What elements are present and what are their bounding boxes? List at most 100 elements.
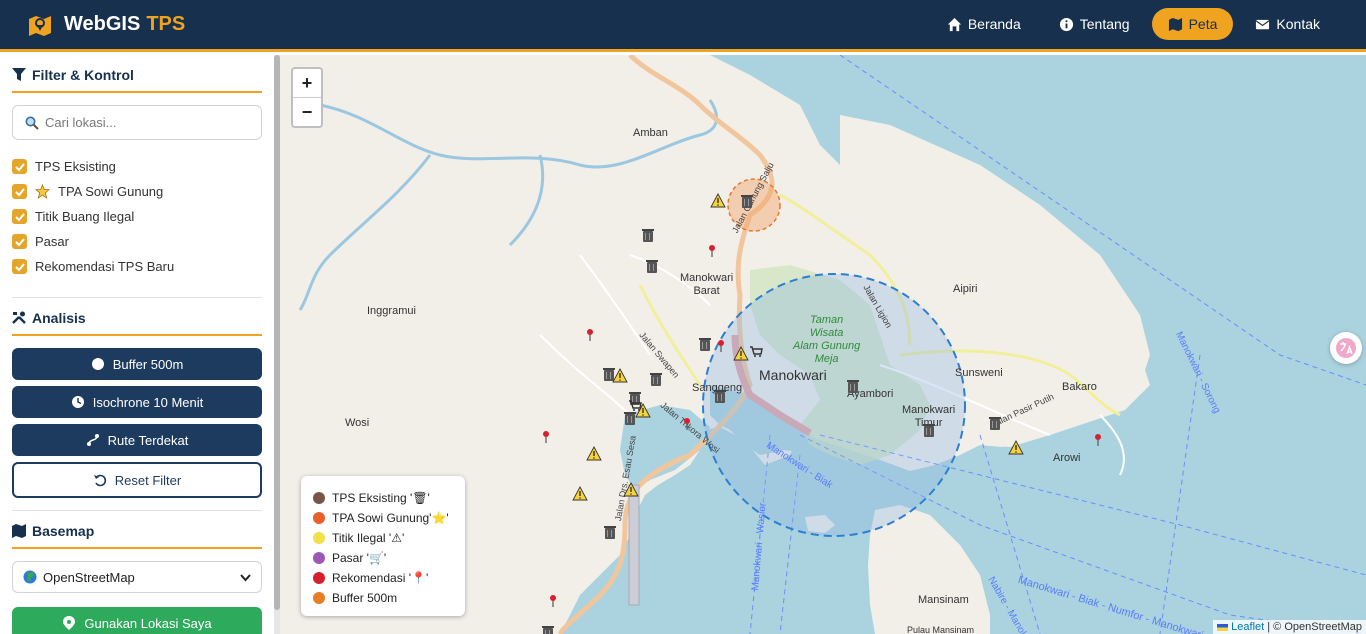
layer-pasar[interactable]: Pasar	[12, 229, 262, 254]
checkbox-titik-ilegal[interactable]	[12, 209, 27, 224]
legend-label: Titik Ilegal '⚠'	[332, 531, 405, 545]
legend-label: Pasar '🛒'	[332, 551, 387, 565]
recommendation-marker[interactable]	[587, 329, 593, 341]
legend-dot	[313, 492, 325, 504]
reset-filter-button[interactable]: Reset Filter	[12, 462, 262, 498]
legend-item: TPA Sowi Gunung'⭐'	[313, 508, 453, 528]
undo-icon	[93, 474, 106, 487]
filter-section-title: Filter & Kontrol	[12, 67, 262, 93]
tps-marker[interactable]	[650, 373, 662, 386]
tps-marker[interactable]	[923, 424, 935, 437]
illegal-marker[interactable]	[612, 368, 628, 383]
map-marker-logo-icon	[29, 15, 51, 36]
layer-label: TPA Sowi Gunung	[58, 184, 164, 199]
layer-titik-ilegal[interactable]: Titik Buang Ilegal	[12, 204, 262, 229]
illegal-marker[interactable]	[635, 403, 651, 418]
illegal-marker[interactable]	[572, 486, 588, 501]
illegal-marker[interactable]	[1008, 440, 1024, 455]
zoom-in-button[interactable]: +	[293, 69, 321, 98]
clock-icon	[71, 396, 84, 408]
layer-tpa-sowi[interactable]: TPA Sowi Gunung	[12, 179, 262, 204]
zoom-out-button[interactable]: −	[293, 98, 321, 127]
filter-icon	[12, 68, 26, 81]
envelope-icon	[1256, 19, 1270, 29]
nav-tentang-label: Tentang	[1079, 16, 1130, 32]
legend-item: TPS Eksisting '🗑'	[313, 488, 453, 508]
circle-icon	[91, 358, 104, 370]
legend-dot	[313, 552, 325, 564]
brand[interactable]: WebGIS TPS	[28, 13, 185, 36]
recommendation-marker[interactable]	[1095, 434, 1101, 446]
checkbox-pasar[interactable]	[12, 234, 27, 249]
checkbox-tpa-sowi[interactable]	[12, 184, 27, 199]
sidebar: Filter & Kontrol TPS Eksisting TPA Sowi …	[0, 55, 274, 634]
recommendation-marker[interactable]	[550, 595, 556, 607]
recommendation-marker[interactable]	[709, 245, 715, 257]
tps-marker[interactable]	[642, 229, 654, 242]
map-attribution: Leaflet | © OpenStreetMap	[1213, 620, 1366, 634]
nav-menu: Beranda Tentang Peta Kontak	[931, 8, 1336, 40]
map-legend: TPS Eksisting '🗑' TPA Sowi Gunung'⭐' Tit…	[301, 476, 465, 616]
layer-rekomendasi[interactable]: Rekomendasi TPS Baru	[12, 254, 262, 279]
basemap-title: Basemap	[32, 523, 95, 539]
market-marker[interactable]	[628, 400, 642, 412]
divider	[12, 297, 262, 298]
leaflet-link[interactable]: Leaflet	[1231, 621, 1264, 633]
nav-peta[interactable]: Peta	[1151, 8, 1234, 40]
map-canvas[interactable]: Amban Manokwari Barat Inggramui Wosi San…	[280, 55, 1366, 634]
route-icon	[86, 434, 99, 446]
market-marker[interactable]	[749, 346, 763, 358]
reset-button-label: Reset Filter	[114, 472, 182, 488]
translate-fab-button[interactable]	[1330, 332, 1362, 364]
isochrone-button[interactable]: Isochrone 10 Menit	[12, 386, 262, 418]
checkbox-tps-eksisting[interactable]	[12, 159, 27, 174]
checkbox-rekomendasi[interactable]	[12, 259, 27, 274]
tps-marker[interactable]	[624, 412, 636, 425]
illegal-marker[interactable]	[623, 482, 639, 497]
tps-marker[interactable]	[646, 260, 658, 273]
osm-attribution: | © OpenStreetMap	[1267, 621, 1362, 633]
nav-peta-label: Peta	[1188, 16, 1218, 32]
tps-marker[interactable]	[741, 195, 753, 208]
zoom-control: + −	[291, 67, 323, 128]
nav-kontak[interactable]: Kontak	[1239, 8, 1336, 40]
use-my-location-button[interactable]: Gunakan Lokasi Saya	[12, 607, 262, 634]
layer-label: TPS Eksisting	[35, 159, 116, 174]
search-input[interactable]	[45, 115, 245, 130]
illegal-marker[interactable]	[586, 446, 602, 461]
tps-marker[interactable]	[714, 390, 726, 403]
layer-tps-eksisting[interactable]: TPS Eksisting	[12, 154, 262, 179]
tps-marker[interactable]	[542, 626, 554, 634]
tps-marker[interactable]	[847, 380, 859, 393]
layer-label: Pasar	[35, 234, 69, 249]
recommendation-marker[interactable]	[684, 418, 690, 430]
tps-marker[interactable]	[989, 417, 1001, 430]
tps-marker[interactable]	[604, 526, 616, 539]
recommendation-marker[interactable]	[718, 340, 724, 352]
illegal-marker[interactable]	[710, 193, 726, 208]
layer-label: Titik Buang Ilegal	[35, 209, 135, 224]
route-button[interactable]: Rute Terdekat	[12, 424, 262, 456]
nav-kontak-label: Kontak	[1276, 16, 1320, 32]
tps-marker[interactable]	[603, 368, 615, 381]
basemap-select[interactable]: OpenStreetMap	[12, 561, 262, 593]
nav-tentang[interactable]: Tentang	[1043, 8, 1146, 40]
illegal-marker[interactable]	[733, 346, 749, 361]
nav-beranda[interactable]: Beranda	[931, 8, 1037, 40]
divider	[12, 510, 262, 511]
filter-title: Filter & Kontrol	[32, 67, 134, 83]
legend-label: TPA Sowi Gunung'⭐'	[332, 511, 449, 525]
globe-icon	[23, 570, 37, 584]
buffer-button[interactable]: Buffer 500m	[12, 348, 262, 380]
locate-button-label: Gunakan Lokasi Saya	[84, 615, 212, 631]
navbar: WebGIS TPS Beranda Tentang Peta Kontak	[0, 0, 1366, 52]
recommendation-marker[interactable]	[543, 431, 549, 443]
legend-label: Buffer 500m	[332, 591, 398, 605]
star-icon	[35, 184, 50, 199]
legend-dot	[313, 572, 325, 584]
tps-marker[interactable]	[699, 338, 711, 351]
basemap-section-title: Basemap	[12, 523, 262, 549]
map-icon	[12, 524, 26, 538]
brand-title: WebGIS	[64, 13, 141, 35]
basemap-selected-value: OpenStreetMap	[43, 569, 135, 585]
